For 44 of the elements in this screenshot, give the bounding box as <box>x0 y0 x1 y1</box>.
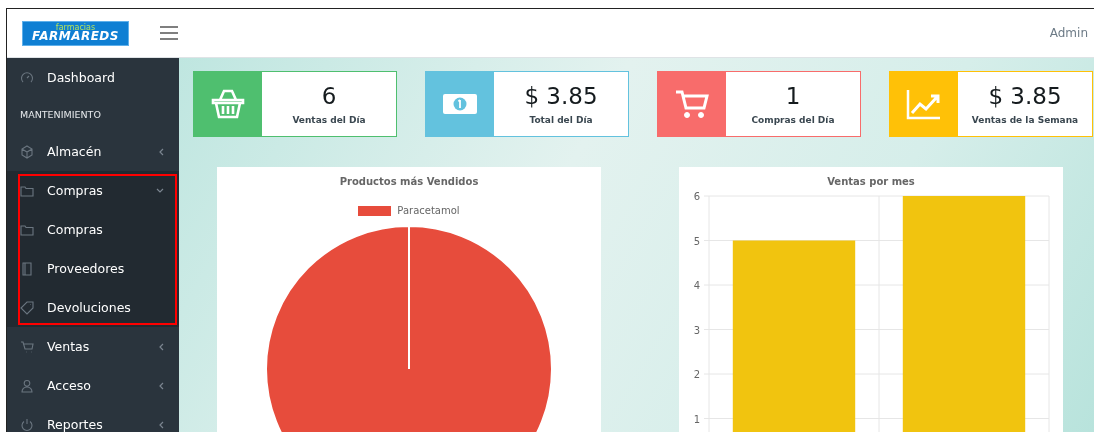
user-name[interactable]: Admin <box>1049 26 1088 40</box>
axis-tick-label: 5 <box>693 235 700 247</box>
stat-label: Ventas de la Semana <box>971 115 1079 125</box>
logo-title: FARMAREDS <box>32 30 119 42</box>
axis-tick-label: 6 <box>693 191 700 202</box>
sidebar-item[interactable]: Reportes <box>7 405 179 432</box>
sidebar-subitem[interactable]: Devoluciones <box>7 288 179 327</box>
sidebar-item[interactable]: Dashboard <box>7 58 179 97</box>
cart-icon <box>674 88 710 120</box>
gauge-icon <box>20 70 34 85</box>
user-icon <box>20 378 34 393</box>
legend-label: Paracetamol <box>397 205 460 216</box>
stat-value: $ 3.85 <box>988 83 1062 109</box>
sidebar-subitem[interactable]: Proveedores <box>7 249 179 288</box>
stat-value: 6 <box>321 83 337 109</box>
folder-icon <box>20 222 34 237</box>
axis-tick-label: 3 <box>693 324 700 336</box>
sidebar-subitem[interactable]: Compras <box>7 210 179 249</box>
stat-label: Compras del Día <box>751 115 835 125</box>
power-icon <box>20 417 34 432</box>
basket-icon <box>210 88 246 120</box>
chart-title: Ventas por mes <box>826 176 916 187</box>
axis-tick-label: 4 <box>693 280 700 291</box>
menu-icon[interactable] <box>160 26 178 40</box>
axis-tick-label: 1 <box>693 413 700 425</box>
stat-value: $ 3.85 <box>524 83 598 109</box>
sidebar-item[interactable]: Ventas <box>7 327 179 366</box>
cart-icon <box>20 339 34 354</box>
chart-title: Productos más Vendidos <box>338 176 480 187</box>
stat-label: Ventas del Día <box>292 115 366 125</box>
sidebar-item[interactable]: Compras <box>7 171 179 210</box>
cube-icon <box>20 144 34 159</box>
logo-subtitle: farmacias <box>55 24 96 32</box>
sidebar-item[interactable]: Almacén <box>7 132 179 171</box>
section-header: MANTENIMIENTO <box>19 108 102 122</box>
folder-icon <box>20 183 34 198</box>
axis-tick-label: 2 <box>693 369 700 380</box>
trend-chart-icon <box>906 88 942 120</box>
book-icon <box>20 261 34 276</box>
sidebar-item[interactable]: Acceso <box>7 366 179 405</box>
stat-value: 1 <box>785 83 801 109</box>
logo[interactable]: farmacias FARMAREDS <box>22 20 129 46</box>
tag-icon <box>20 300 34 315</box>
stat-label: Total del Día <box>529 115 593 125</box>
